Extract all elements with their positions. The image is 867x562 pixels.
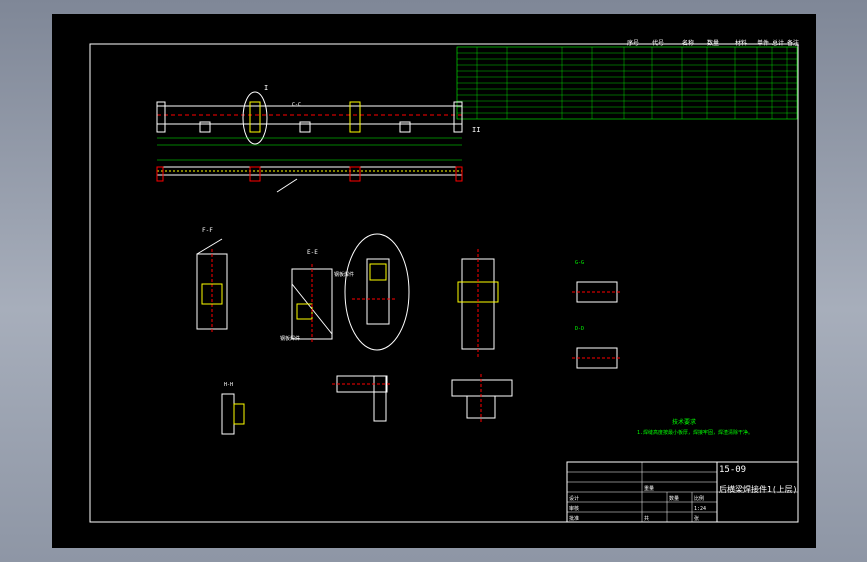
view-label-ii: I [264,84,268,92]
view-label-ff: F-F [202,227,213,234]
drawing-number: 15-09 [719,465,746,475]
detail-ff: F-F [196,227,228,334]
drawing-frame [89,43,799,523]
scale-label: 比例 [694,495,704,502]
beam-top-view [156,159,463,193]
bom-header-material: 材料 [735,39,747,47]
weld-label-1: 钢板焊件 [334,271,354,278]
beam-front-view: I II C-C [156,84,480,146]
bom-header-note: 备注 [787,39,799,47]
weld-label-2: 钢板焊件 [280,335,300,342]
approver-label: 批准 [569,515,579,522]
drawing-canvas[interactable]: 序号 代号 名称 数量 材料 单件 总计 备注 I II C-C F-F E-E… [52,14,816,548]
title-block: 15-09 后横梁焊接件1(上层) 重量 数量 比例 1:24 设计 审核 批准… [566,461,799,523]
checker-label: 审核 [569,505,579,512]
bom-header-total: 总计 [772,39,784,47]
cad-viewer: 序号 代号 名称 数量 材料 单件 总计 备注 I II C-C F-F E-E… [0,0,867,562]
drawing-sheet: 序号 代号 名称 数量 材料 单件 总计 备注 I II C-C F-F E-E… [89,39,799,523]
bom-header-no: 序号 [627,39,639,47]
weight-label: 重量 [644,485,654,492]
bom-header-qty: 数量 [707,39,719,47]
detail-ee: E-E 钢板焊件 钢板焊件 [280,249,354,344]
notes-title: 技术要求 [672,418,696,426]
view-label-ee: E-E [307,249,318,256]
technical-notes: 技术要求 1.焊缝高度按最小板厚，焊接牢固，焊渣清除干净。 [637,418,753,436]
bom-table: 序号 代号 名称 数量 材料 单件 总计 备注 [456,39,799,120]
view-label-cc: C-C [292,102,301,108]
sheet-label: 共 [644,515,649,522]
view-label-gg: G-G [575,260,584,266]
bom-header-unit: 单件 [757,39,769,47]
view-label-ii2: II [472,126,480,134]
scale-value: 1:24 [694,506,706,512]
bom-header-code: 代号 [652,39,664,47]
designer-label: 设计 [569,495,579,502]
view-label-hh: H-H [224,382,233,388]
quantity-label: 数量 [669,495,679,502]
view-label-dd: D-D [575,326,584,332]
detail-ii [457,249,499,359]
detail-sections-right: G-G D-D [572,260,622,369]
detail-lower: H-H [221,374,513,435]
drawing-title: 后横梁焊接件1(上层) [719,484,797,494]
bom-header-name: 名称 [682,39,694,47]
detail-i [344,233,410,351]
notes-line1: 1.焊缝高度按最小板厚，焊接牢固，焊渣清除干净。 [637,429,753,436]
sheet-of-label: 张 [694,515,699,522]
